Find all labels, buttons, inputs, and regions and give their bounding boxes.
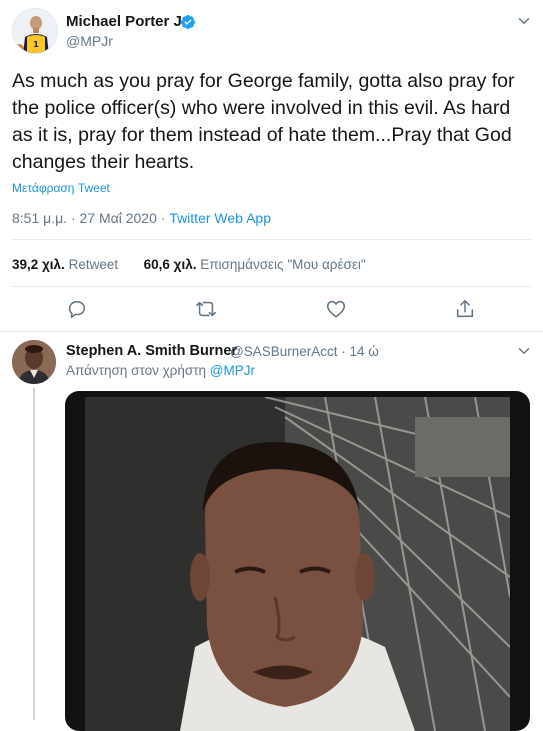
video-still-image	[85, 397, 510, 731]
replying-to-label: Απάντηση στον χρήστη	[66, 363, 210, 378]
reply-avatar-image	[12, 340, 56, 384]
retweets-stat[interactable]: 39,2 χιλ. Retweet	[12, 257, 118, 272]
divider	[12, 286, 531, 287]
author-name[interactable]: Michael Porter Jr	[66, 13, 188, 30]
retweets-label: Retweet	[68, 257, 119, 272]
verified-badge-icon	[180, 15, 195, 29]
retweet-icon	[196, 301, 216, 317]
like-icon	[326, 300, 346, 318]
divider	[12, 239, 531, 240]
tweet-source-app[interactable]: Twitter Web App	[169, 210, 271, 226]
reply-author-avatar[interactable]	[12, 340, 56, 384]
chevron-down-icon[interactable]	[515, 342, 533, 360]
tweet-separator	[0, 331, 543, 332]
like-button[interactable]	[323, 296, 349, 322]
author-handle[interactable]: @MPJr	[66, 33, 113, 49]
reply-author-handle[interactable]: @SASBurnerAcct	[230, 344, 338, 359]
share-button[interactable]	[452, 296, 478, 322]
author-avatar[interactable]: 1	[12, 8, 58, 54]
translate-tweet-link[interactable]: Μετάφραση Tweet	[12, 181, 110, 195]
replying-to: Απάντηση στον χρήστη @MPJr	[66, 363, 255, 378]
reply-icon	[68, 300, 86, 319]
retweet-button[interactable]	[193, 296, 219, 322]
tweet-metadata: 8:51 μ.μ. · 27 Μαΐ 2020 · Twitter Web Ap…	[12, 210, 271, 226]
likes-label: Επισημάνσεις "Μου αρέσει"	[200, 257, 366, 272]
thread-line	[33, 388, 35, 720]
reply-author-name[interactable]: Stephen A. Smith Burner	[66, 343, 237, 359]
video-frame	[85, 397, 510, 731]
reply-time[interactable]: · 14 ώ	[338, 344, 379, 359]
avatar-image: 1	[13, 9, 57, 53]
tweet-stats: 39,2 χιλ. Retweet 60,6 χιλ. Επισημάνσεις…	[12, 257, 366, 272]
tweet-actions	[0, 296, 543, 324]
reply-author-meta: @SASBurnerAcct · 14 ώ	[230, 344, 379, 359]
share-icon	[456, 299, 474, 318]
reply-button[interactable]	[64, 296, 90, 322]
likes-stat[interactable]: 60,6 χιλ. Επισημάνσεις "Μου αρέσει"	[144, 257, 366, 272]
tweet-text: As much as you pray for George family, g…	[12, 70, 515, 173]
replying-to-handle[interactable]: @MPJr	[210, 363, 255, 378]
tweet-timestamp[interactable]: 8:51 μ.μ. · 27 Μαΐ 2020 ·	[12, 210, 169, 226]
likes-count: 60,6 χιλ.	[143, 257, 197, 272]
jersey-number: 1	[33, 40, 39, 49]
reply-video[interactable]	[65, 391, 530, 731]
chevron-down-icon[interactable]	[515, 12, 533, 30]
retweets-count: 39,2 χιλ.	[12, 257, 65, 272]
